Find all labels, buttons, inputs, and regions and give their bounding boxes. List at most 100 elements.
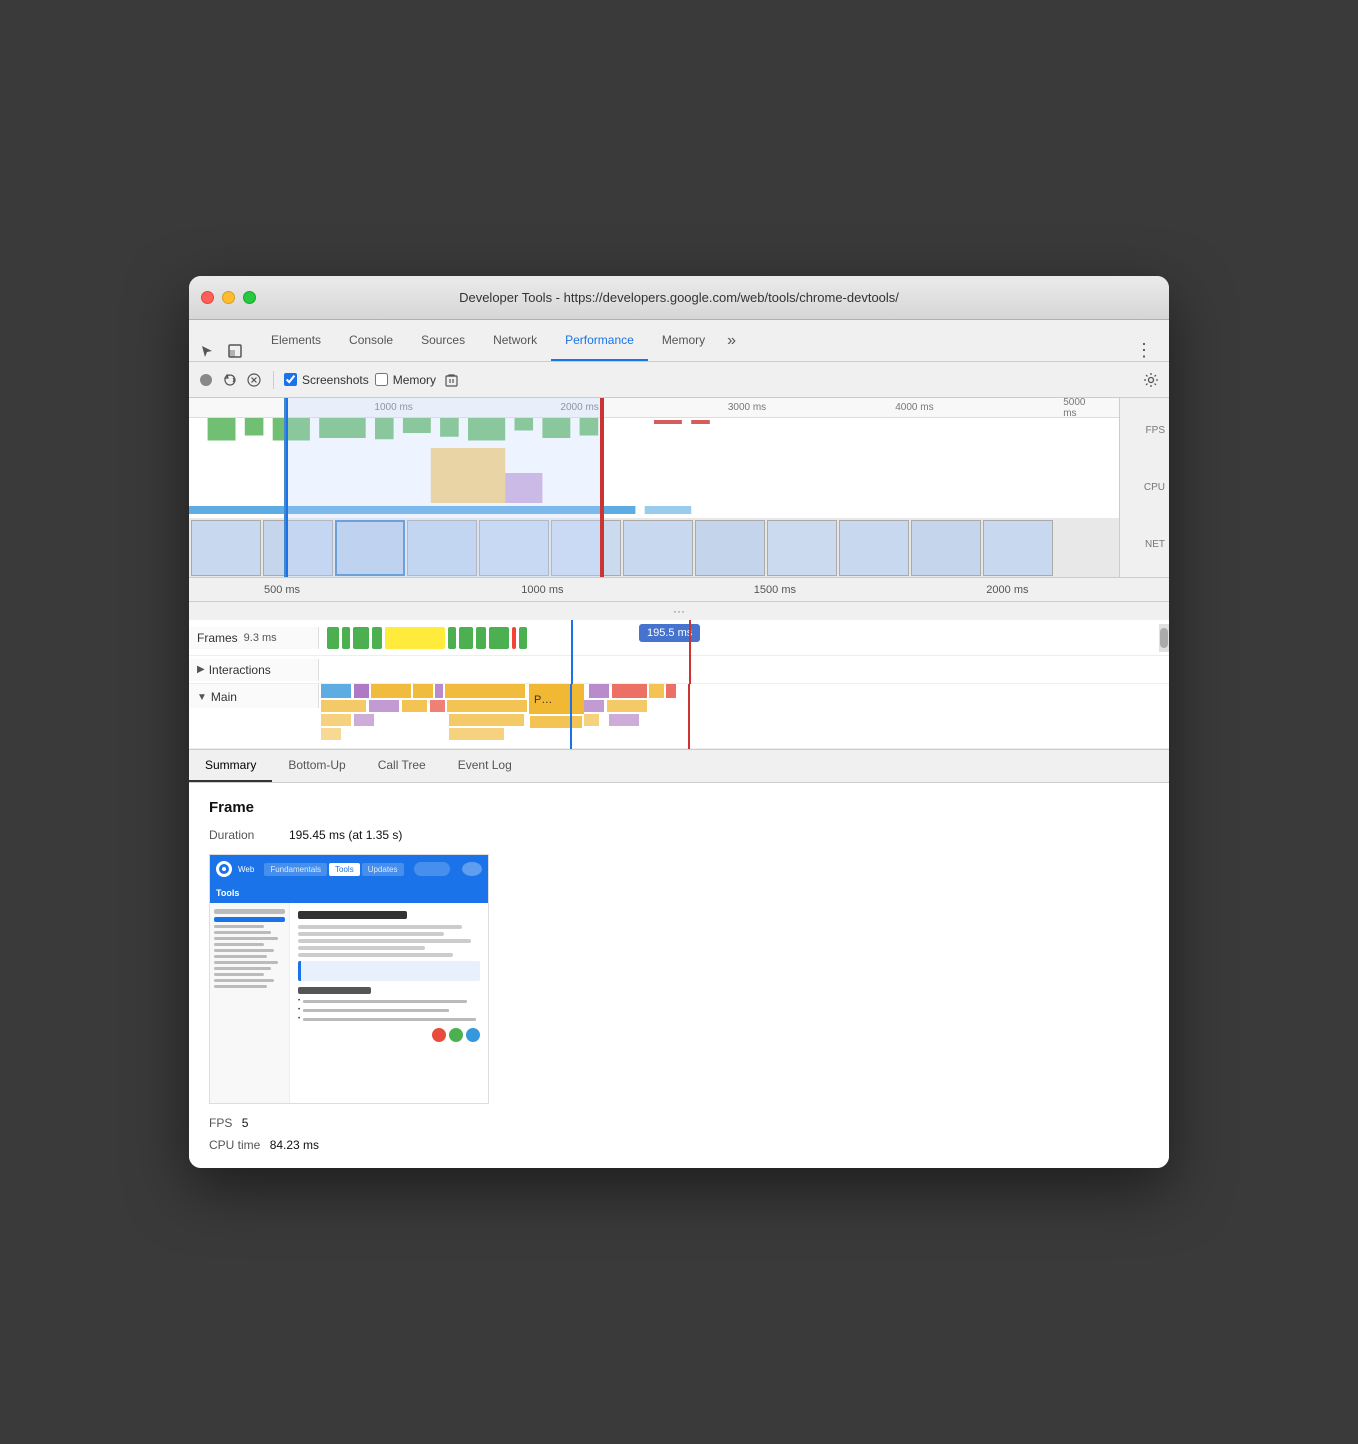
- tab-memory[interactable]: Memory: [648, 320, 719, 361]
- preview-topbar: Web Fundamentals Tools Updates: [210, 855, 488, 883]
- screenshot-thumb: [479, 520, 549, 576]
- ruler-2000ms: 2000 ms: [986, 584, 1028, 596]
- tab-bottom-up[interactable]: Bottom-Up: [272, 750, 361, 782]
- duration-row: Duration 195.45 ms (at 1.35 s): [209, 828, 1149, 842]
- screenshot-thumb: [623, 520, 693, 576]
- sidebar-item-9: [214, 961, 278, 964]
- preview-bullet-3: •: [298, 1016, 480, 1022]
- record-button[interactable]: [197, 371, 215, 389]
- ruler-500ms: 500 ms: [264, 584, 300, 596]
- frame-block: [448, 627, 456, 649]
- preview-avatar: [462, 862, 482, 876]
- frames-title: Frames: [197, 631, 238, 645]
- frames-bar: [319, 620, 1159, 656]
- frames-scrollbar[interactable]: [1159, 624, 1169, 652]
- interactions-content[interactable]: [319, 656, 1159, 684]
- interactions-title: Interactions: [209, 663, 271, 677]
- window-title: Developer Tools - https://developers.goo…: [459, 290, 899, 305]
- sidebar-item-5: [214, 937, 278, 940]
- memory-checkbox[interactable]: [375, 373, 388, 386]
- tab-summary[interactable]: Summary: [189, 750, 272, 782]
- fps-metric-label: FPS: [209, 1116, 232, 1130]
- screenshot-strip: [189, 518, 1119, 577]
- fps-label: FPS: [1124, 425, 1165, 436]
- svg-text:P…: P…: [534, 694, 552, 706]
- minimize-button[interactable]: [222, 291, 235, 304]
- screenshots-checkbox[interactable]: [284, 373, 297, 386]
- tab-event-log[interactable]: Event Log: [442, 750, 528, 782]
- sidebar-item-6: [214, 943, 264, 946]
- overview-panel[interactable]: 1000 ms 2000 ms 3000 ms 4000 ms 5000 ms: [189, 398, 1169, 578]
- preview-tab-tools: Tools: [329, 863, 360, 876]
- ruler-1500ms: 1500 ms: [754, 584, 796, 596]
- frames-section: Frames 9.3 ms: [189, 620, 1169, 656]
- preview-search: [414, 862, 451, 876]
- tab-performance[interactable]: Performance: [551, 320, 648, 361]
- scrollbar-thumb[interactable]: [1160, 628, 1168, 648]
- sidebar-item-3: [214, 925, 264, 928]
- sidebar-item-10: [214, 967, 271, 970]
- cpu-time-label: CPU time: [209, 1138, 260, 1152]
- trash-button[interactable]: [442, 371, 460, 389]
- devtools-window: Developer Tools - https://developers.goo…: [189, 276, 1169, 1168]
- timeline-sections: Frames 9.3 ms: [189, 620, 1169, 750]
- dock-icon[interactable]: [225, 341, 245, 361]
- frames-content[interactable]: 195.5 ms: [319, 620, 1159, 656]
- tab-sources[interactable]: Sources: [407, 320, 479, 361]
- time-label-5000: 5000 ms: [1063, 398, 1100, 419]
- tab-menu-button[interactable]: ⋮: [1127, 340, 1161, 361]
- preview-subnav: Tools: [210, 883, 488, 903]
- preview-web-label: Web: [238, 865, 254, 874]
- preview-note-box: [298, 961, 480, 981]
- cursor-icon[interactable]: [197, 341, 217, 361]
- main-label: ▼ Main: [189, 684, 319, 708]
- tab-console[interactable]: Console: [335, 320, 407, 361]
- timeline-area[interactable]: 1000 ms 2000 ms 3000 ms 4000 ms 5000 ms: [189, 398, 1119, 577]
- tab-elements[interactable]: Elements: [257, 320, 335, 361]
- main-expand-icon[interactable]: ▼: [197, 692, 207, 703]
- duration-value: 195.45 ms (at 1.35 s): [289, 828, 402, 842]
- summary-panel: Frame Duration 195.45 ms (at 1.35 s) Web: [189, 783, 1169, 1168]
- tab-network[interactable]: Network: [479, 320, 551, 361]
- tab-bar-icons: [197, 341, 257, 361]
- tab-call-tree[interactable]: Call Tree: [362, 750, 442, 782]
- preview-body: • • •: [210, 903, 488, 1103]
- sidebar-item-1: [214, 909, 285, 914]
- preview-tabs: Fundamentals Tools Updates: [264, 863, 403, 876]
- frames-label: Frames 9.3 ms: [189, 627, 319, 649]
- frame-block: [353, 627, 369, 649]
- ruler-1000ms: 1000 ms: [521, 584, 563, 596]
- frame-block: [372, 627, 382, 649]
- main-content[interactable]: P…: [319, 684, 1159, 749]
- bottom-tabs: Summary Bottom-Up Call Tree Event Log: [189, 750, 1169, 783]
- cpu-time-item: CPU time 84.23 ms: [209, 1138, 319, 1152]
- interactions-expand-icon[interactable]: ▶: [197, 664, 205, 675]
- maximize-button[interactable]: [243, 291, 256, 304]
- fps-item: FPS 5: [209, 1116, 248, 1130]
- preview-action-buttons: [298, 1028, 480, 1042]
- duration-label: Duration: [209, 828, 289, 842]
- time-label-2000: 2000 ms: [560, 402, 598, 413]
- tab-bar: Elements Console Sources Network Perform…: [189, 320, 1169, 362]
- sidebar-item-11: [214, 973, 264, 976]
- fps-bar-area: [189, 418, 1119, 443]
- interactions-section: ▶ Interactions: [189, 656, 1169, 684]
- interactions-vline-blue: [571, 656, 573, 684]
- cpu-time-row: CPU time 84.23 ms: [209, 1138, 1149, 1152]
- sidebar-item-12: [214, 979, 274, 982]
- preview-text-2: [298, 932, 444, 936]
- preview-text-1: [298, 925, 462, 929]
- screenshot-thumb: [335, 520, 405, 576]
- interactions-label: ▶ Interactions: [189, 659, 319, 681]
- screenshots-checkbox-label[interactable]: Screenshots: [284, 373, 369, 387]
- close-button[interactable]: [201, 291, 214, 304]
- preview-content: • • •: [290, 903, 488, 1103]
- clear-button[interactable]: [245, 371, 263, 389]
- dots-more: ···: [189, 602, 1169, 620]
- toolbar-divider-1: [273, 371, 274, 389]
- memory-checkbox-label[interactable]: Memory: [375, 373, 436, 387]
- settings-button[interactable]: [1141, 370, 1161, 390]
- reload-button[interactable]: [221, 371, 239, 389]
- preview-bullets: • • •: [298, 998, 480, 1022]
- more-tabs-button[interactable]: »: [719, 320, 744, 361]
